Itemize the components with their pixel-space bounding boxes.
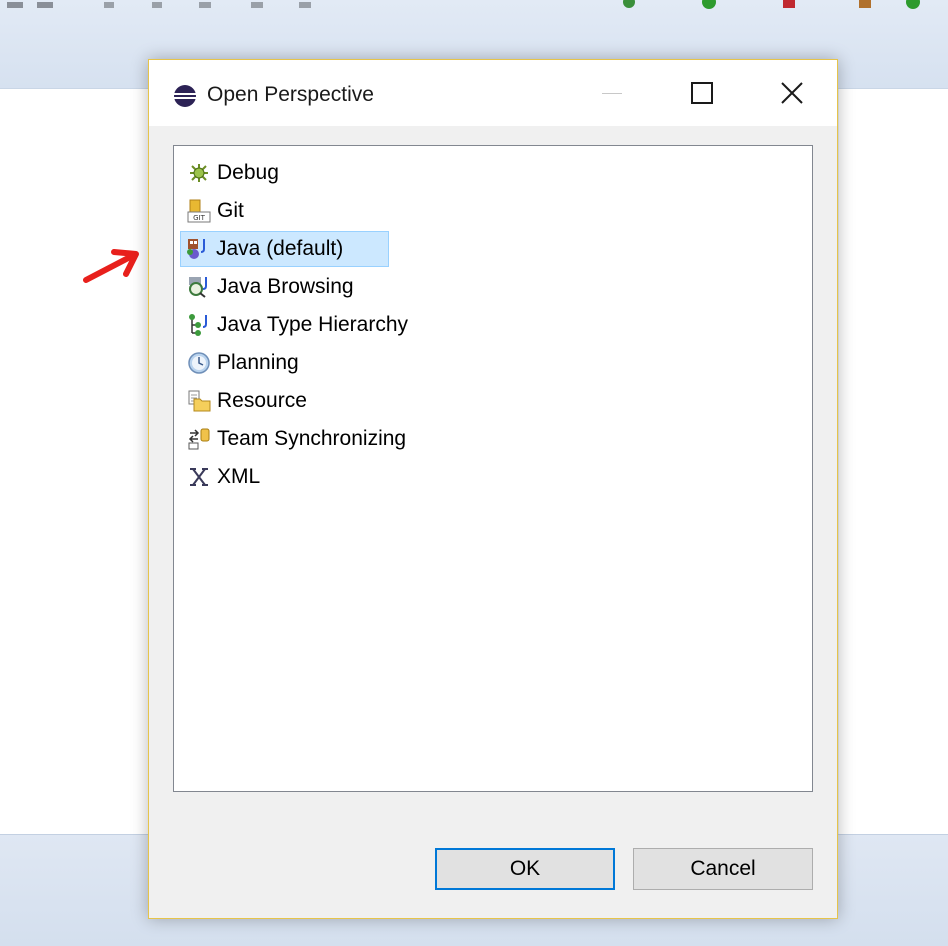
java-browsing-icon: [182, 270, 216, 304]
list-item-label: Git: [217, 199, 244, 222]
list-item-label: Java (default): [216, 237, 344, 260]
selection-highlight: Java (default): [180, 231, 390, 267]
list-item-java-browsing[interactable]: Java Browsing: [182, 270, 612, 304]
list-item-label: Team Synchronizing: [217, 427, 407, 450]
workbench-side-panel: [838, 89, 948, 834]
toolbar-icon[interactable]: [296, 0, 314, 10]
list-item-resource[interactable]: Resource: [182, 384, 612, 418]
toolbar-icon[interactable]: [196, 0, 214, 10]
toolbar-icon[interactable]: [780, 0, 798, 10]
list-item-java-default[interactable]: Java (default): [180, 231, 612, 267]
list-item-label: Java Browsing: [217, 275, 354, 298]
toolbar-icon[interactable]: [6, 0, 24, 10]
run-icon[interactable]: [700, 0, 718, 10]
toolbar-icon[interactable]: [248, 0, 266, 10]
annotation-arrow-icon: [83, 249, 139, 283]
list-item-java-type-hierarchy[interactable]: Java Type Hierarchy: [182, 308, 612, 342]
git-icon: GIT: [182, 194, 216, 228]
list-item-debug[interactable]: Debug: [182, 156, 612, 190]
planning-clock-icon: [182, 346, 216, 380]
dialog-titlebar[interactable]: Open Perspective: [149, 60, 837, 126]
maximize-button[interactable]: [657, 60, 747, 126]
list-item-team-synchronizing[interactable]: Team Synchronizing: [182, 422, 612, 456]
svg-text:GIT: GIT: [193, 214, 205, 222]
open-perspective-dialog: Open Perspective Debug GIT Git Java (def…: [148, 59, 838, 919]
cancel-button[interactable]: Cancel: [633, 848, 813, 890]
ok-button[interactable]: OK: [435, 848, 615, 890]
toolbar-icon[interactable]: [148, 0, 166, 10]
debug-icon: [182, 156, 216, 190]
xml-icon: [182, 460, 216, 494]
list-item-xml[interactable]: XML: [182, 460, 612, 494]
type-hierarchy-icon: [182, 308, 216, 342]
toolbar-icon[interactable]: [620, 0, 638, 10]
workbench-editor-area: [0, 89, 148, 834]
minimize-button[interactable]: [567, 60, 657, 126]
list-item-planning[interactable]: Planning: [182, 346, 612, 380]
toolbar-icon[interactable]: [36, 0, 54, 10]
close-button[interactable]: [747, 60, 837, 126]
list-item-git[interactable]: GIT Git: [182, 194, 612, 228]
eclipse-logo-icon: [174, 85, 196, 107]
java-perspective-icon: [181, 232, 215, 266]
toolbar-icon[interactable]: [100, 0, 118, 10]
run-icon[interactable]: [904, 0, 922, 10]
team-sync-icon: [182, 422, 216, 456]
list-item-label: Planning: [217, 351, 299, 374]
dialog-title: Open Perspective: [207, 83, 374, 106]
toolbar-icon[interactable]: [856, 0, 874, 10]
close-icon: [781, 82, 803, 104]
list-item-label: Java Type Hierarchy: [217, 313, 409, 336]
minimize-icon: [602, 93, 622, 94]
list-item-label: Debug: [217, 161, 279, 184]
resource-folder-icon: [182, 384, 216, 418]
list-item-label: XML: [217, 465, 261, 488]
perspective-list[interactable]: Debug GIT Git Java (default) Java Browsi…: [173, 145, 813, 792]
list-item-label: Resource: [217, 389, 307, 412]
maximize-icon: [691, 82, 713, 104]
